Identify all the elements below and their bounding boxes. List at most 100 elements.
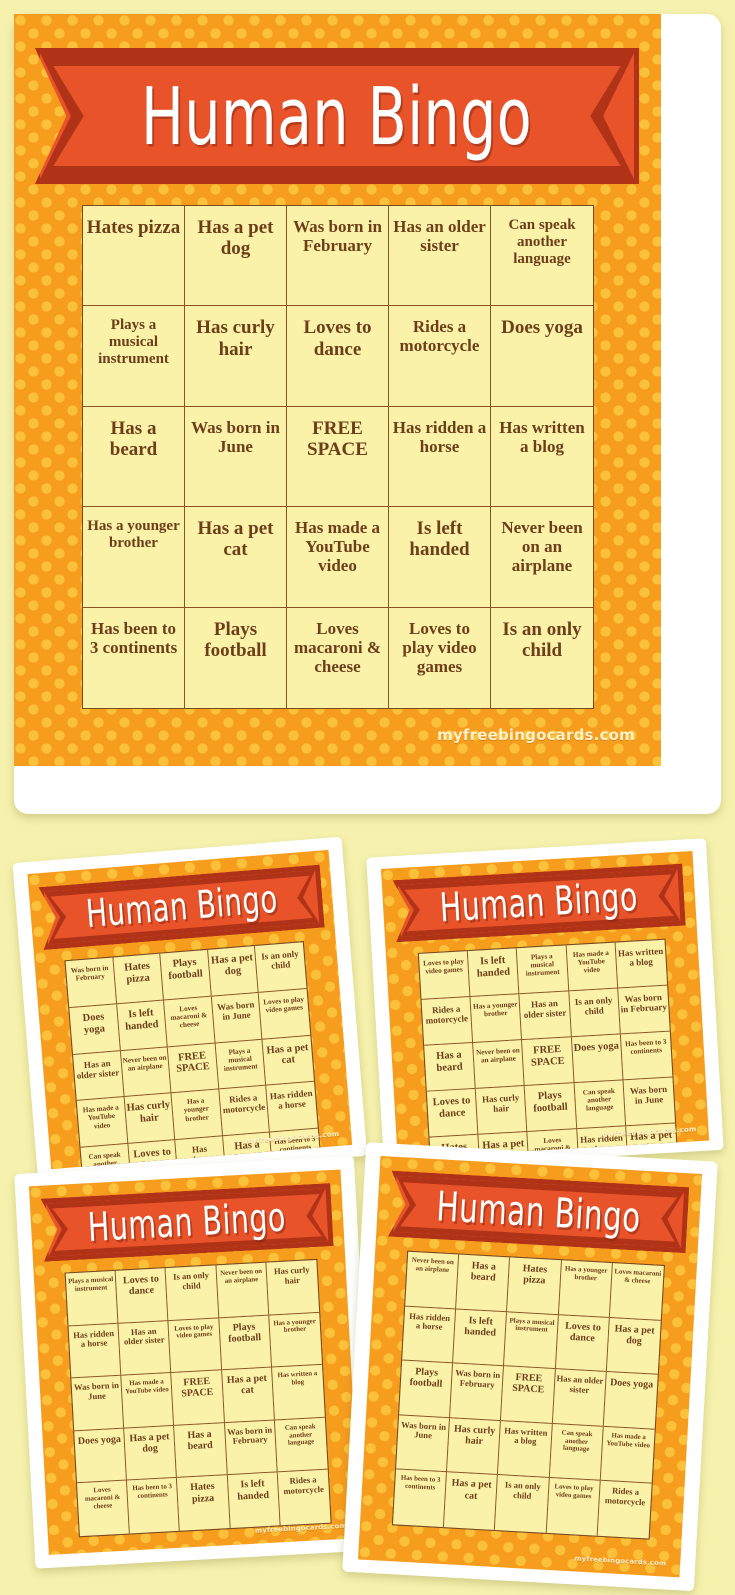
bingo-cell-free-space[interactable]: FREE SPACE	[287, 406, 389, 508]
bingo-cell[interactable]: Has a pet dog	[185, 206, 287, 307]
bingo-cell[interactable]: Has curly hair	[447, 1418, 502, 1476]
bingo-cell-free-space[interactable]: FREE SPACE	[167, 1043, 220, 1094]
bingo-cell[interactable]: Hates pizza	[177, 1475, 231, 1531]
bingo-cell[interactable]: Is left handed	[227, 1472, 281, 1529]
bingo-grid[interactable]: Loves to play video games Is left handed P…	[417, 938, 679, 1159]
bingo-cell[interactable]: Is an only child	[495, 1475, 550, 1533]
bingo-cell[interactable]: Has an older sister	[552, 1369, 607, 1427]
bingo-cell-free-space[interactable]: FREE SPACE	[171, 1370, 225, 1426]
bingo-cell[interactable]: Has an older sister	[118, 1320, 172, 1376]
bingo-cell[interactable]: Has a pet dog	[124, 1425, 178, 1481]
bingo-cell[interactable]: Does yoga	[491, 306, 593, 407]
bingo-cell[interactable]: Was born in February	[224, 1420, 278, 1476]
bingo-cell[interactable]: Loves to play video games	[168, 1317, 222, 1374]
bingo-cell[interactable]: Plays football	[185, 607, 287, 708]
bingo-cell[interactable]: Hates pizza	[113, 953, 165, 1005]
bingo-cell[interactable]: Has an older sister	[389, 206, 491, 307]
bingo-cell[interactable]: Was born in February	[618, 985, 670, 1035]
bingo-cell[interactable]: Plays football	[218, 1315, 272, 1371]
bingo-cell[interactable]: Has curly hair	[475, 1086, 528, 1135]
bingo-card-thumb-1[interactable]: Human Bingo Was born in February Hates pi…	[12, 836, 368, 1183]
bingo-cell[interactable]: Does yoga	[571, 1034, 624, 1084]
bingo-cell[interactable]: Loves to play video games	[546, 1478, 601, 1536]
bingo-cell[interactable]: Is left handed	[453, 1309, 508, 1367]
bingo-cell[interactable]: Has been to 3 continents	[127, 1478, 181, 1534]
bingo-cell[interactable]: Hates pizza	[507, 1257, 562, 1315]
bingo-cell[interactable]: Has a beard	[174, 1422, 228, 1479]
bingo-cell[interactable]: Loves to play video games	[418, 951, 471, 1000]
bingo-cell[interactable]: Has a pet dog	[606, 1317, 661, 1375]
bingo-cell[interactable]: Was born in February	[65, 957, 117, 1008]
bingo-cell[interactable]: Has a younger brother	[83, 507, 185, 608]
bingo-cell[interactable]: Has made a YouTube video	[566, 942, 619, 992]
bingo-cell[interactable]: Has a younger brother	[269, 1312, 323, 1368]
bingo-cell[interactable]: Plays football	[525, 1083, 577, 1132]
bingo-cell-free-space[interactable]: FREE SPACE	[501, 1366, 556, 1424]
bingo-cell[interactable]: Can speak another language	[574, 1080, 626, 1130]
bingo-cell[interactable]: Has a pet cat	[221, 1367, 275, 1423]
bingo-cell[interactable]: Rides a motorcycle	[421, 997, 474, 1046]
bingo-cell[interactable]: Was born in June	[71, 1375, 125, 1432]
bingo-cell[interactable]: Has a pet cat	[262, 1035, 315, 1086]
bingo-cell[interactable]: Has ridden a horse	[402, 1306, 457, 1364]
bingo-cell[interactable]: Loves to dance	[555, 1314, 610, 1373]
bingo-cell[interactable]: Has an older sister	[519, 991, 572, 1041]
bingo-cell[interactable]: Has a beard	[83, 406, 185, 508]
bingo-cell[interactable]: Does yoga	[74, 1428, 128, 1484]
bingo-cell[interactable]: Was born in June	[185, 406, 287, 508]
bingo-cell[interactable]: Has a younger brother	[470, 994, 523, 1043]
bingo-cell[interactable]: Has a younger brother	[558, 1260, 613, 1318]
bingo-card-thumb-3[interactable]: Human Bingo Plays a musical instrument Lo…	[14, 1155, 376, 1569]
bingo-cell[interactable]: Has been to 3 continents	[392, 1469, 448, 1528]
bingo-cell[interactable]: Has a pet cat	[444, 1472, 499, 1530]
bingo-cell[interactable]: Is left handed	[468, 948, 520, 998]
bingo-cell[interactable]: Never been on an airplane	[405, 1251, 460, 1310]
bingo-cell[interactable]: Hates pizza	[83, 206, 185, 307]
bingo-cell[interactable]: Plays a musical instrument	[65, 1270, 119, 1327]
bingo-cell[interactable]: Does yoga	[603, 1372, 658, 1430]
bingo-cell[interactable]: Loves to play video games	[259, 988, 311, 1040]
bingo-cell[interactable]: Rides a motorcycle	[219, 1085, 271, 1137]
bingo-cell[interactable]: Loves macaroni & cheese	[287, 607, 389, 708]
bingo-cell[interactable]: Has a beard	[424, 1042, 476, 1092]
bingo-card-thumb-2[interactable]: Human Bingo Loves to play video games Is …	[366, 838, 724, 1170]
bingo-cell[interactable]: Is an only child	[165, 1265, 219, 1321]
bingo-cell[interactable]: Has an older sister	[73, 1050, 125, 1102]
bingo-cell[interactable]: Can speak another language	[274, 1417, 328, 1473]
bingo-cell[interactable]: Plays football	[160, 949, 212, 1001]
bingo-cell[interactable]: Loves macaroni & cheese	[77, 1480, 131, 1537]
bingo-cell[interactable]: Has written a blog	[271, 1365, 325, 1421]
bingo-cell[interactable]: Was born in June	[623, 1077, 676, 1127]
bingo-cell[interactable]: Never been on an airplane	[473, 1040, 526, 1089]
bingo-cell[interactable]: Loves to dance	[426, 1088, 479, 1138]
bingo-cell[interactable]: Has been to 3 continents	[83, 607, 185, 708]
bingo-cell-free-space[interactable]: FREE SPACE	[522, 1037, 575, 1087]
bingo-cell[interactable]: Is an only child	[255, 942, 307, 993]
bingo-cell[interactable]: Has a pet cat	[185, 507, 287, 608]
bingo-cell[interactable]: Has a younger brother	[171, 1089, 223, 1141]
bingo-cell[interactable]: Has made a YouTube video	[287, 507, 389, 608]
bingo-grid[interactable]: Never been on an airplane Has a beard Hate…	[391, 1250, 665, 1540]
bingo-cell[interactable]: Is an only child	[568, 988, 621, 1038]
bingo-cell[interactable]: Was born in February	[450, 1363, 505, 1421]
bingo-card-thumb-4[interactable]: Human Bingo Never been on an airplane Has…	[342, 1142, 718, 1592]
bingo-cell[interactable]: Plays a musical instrument	[517, 945, 569, 995]
bingo-cell[interactable]: Has a pet dog	[207, 946, 260, 997]
bingo-cell[interactable]: Rides a motorcycle	[277, 1470, 331, 1526]
bingo-cell[interactable]: Has been to 3 continents	[620, 1031, 673, 1081]
bingo-cell[interactable]: Loves to dance	[287, 306, 389, 407]
bingo-cell[interactable]: Has written a blog	[491, 406, 593, 508]
bingo-cell[interactable]: Can speak another language	[80, 1144, 132, 1170]
bingo-cell[interactable]: Has ridden a horse	[68, 1323, 122, 1379]
bingo-grid[interactable]: Plays a musical instrument Loves to dance…	[64, 1258, 332, 1538]
bingo-cell[interactable]: Has ridden a horse	[266, 1082, 318, 1133]
bingo-cell[interactable]: Never been on an airplane	[216, 1262, 270, 1318]
bingo-cell[interactable]: Plays a musical instrument	[504, 1311, 559, 1370]
bingo-cell[interactable]: Has curly hair	[124, 1093, 176, 1145]
bingo-cell[interactable]: Was born in June	[211, 992, 263, 1044]
bingo-cell[interactable]: Rides a motorcycle	[389, 306, 491, 407]
bingo-cell[interactable]: Is an only child	[491, 607, 593, 708]
bingo-cell[interactable]: Is left handed	[116, 1000, 168, 1051]
bingo-cell[interactable]: Was born in February	[287, 206, 389, 307]
bingo-cell[interactable]: Plays a musical instrument	[215, 1039, 267, 1090]
